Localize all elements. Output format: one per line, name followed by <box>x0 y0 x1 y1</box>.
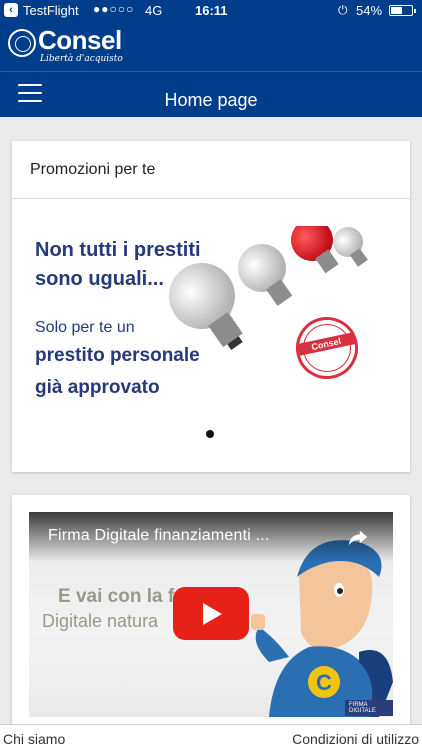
logo-tagline: Libertà d'acquisto <box>40 54 123 64</box>
navigation-bar: Home page <box>0 71 422 117</box>
battery-icon <box>389 5 416 16</box>
card-divider <box>12 198 410 199</box>
status-bar: ‹ TestFlight ●●○○○ 4G 16:11 ⏻ 54% <box>0 0 422 22</box>
clock: 16:11 <box>195 3 228 18</box>
banner-highlight-2: già approvato <box>35 377 160 398</box>
battery-percent: 54% <box>356 3 383 18</box>
light-bulbs-illustration <box>169 226 368 350</box>
network-label: 4G <box>145 3 163 18</box>
video-overlay-text-2: Digitale natura <box>42 611 159 631</box>
brand-header: Consel Libertà d'acquisto <box>0 22 422 71</box>
promotions-card: Promozioni per te Non tutti i prestiti s… <box>12 141 410 472</box>
terms-of-use-link[interactable]: Condizioni di utilizzo <box>292 731 419 747</box>
logo-seal-icon <box>8 29 36 57</box>
video-card: E vai con la f Digitale natura C Firma D… <box>12 495 410 725</box>
video-title-bar: Firma Digitale finanziamenti ... <box>29 512 393 562</box>
video-title[interactable]: Firma Digitale finanziamenti ... <box>48 527 270 545</box>
about-us-link[interactable]: Chi siamo <box>3 731 65 747</box>
banner-subline: Solo per te un <box>35 319 135 336</box>
carrier-label: TestFlight <box>23 3 79 18</box>
video-badge: FIRMA DIGITALE <box>345 700 393 716</box>
back-to-app-icon[interactable]: ‹ <box>4 3 18 17</box>
promotions-title: Promozioni per te <box>30 161 156 178</box>
battery-level <box>391 7 402 14</box>
svg-text:C: C <box>316 670 332 695</box>
carousel-indicator[interactable] <box>206 430 214 438</box>
footer: Chi siamo Condizioni di utilizzo <box>0 724 422 750</box>
banner-headline-2: sono uguali... <box>35 268 164 290</box>
play-button[interactable] <box>173 587 249 640</box>
video-player[interactable]: E vai con la f Digitale natura C Firma D… <box>29 512 393 717</box>
share-icon[interactable] <box>347 526 369 548</box>
signal-icon: ●●○○○ <box>93 2 135 16</box>
logo-wordmark: Consel <box>38 25 122 55</box>
page-title: Home page <box>164 90 258 110</box>
video-overlay-text-1: E vai con la f <box>58 586 175 607</box>
orientation-lock-icon: ⏻ <box>338 3 348 17</box>
